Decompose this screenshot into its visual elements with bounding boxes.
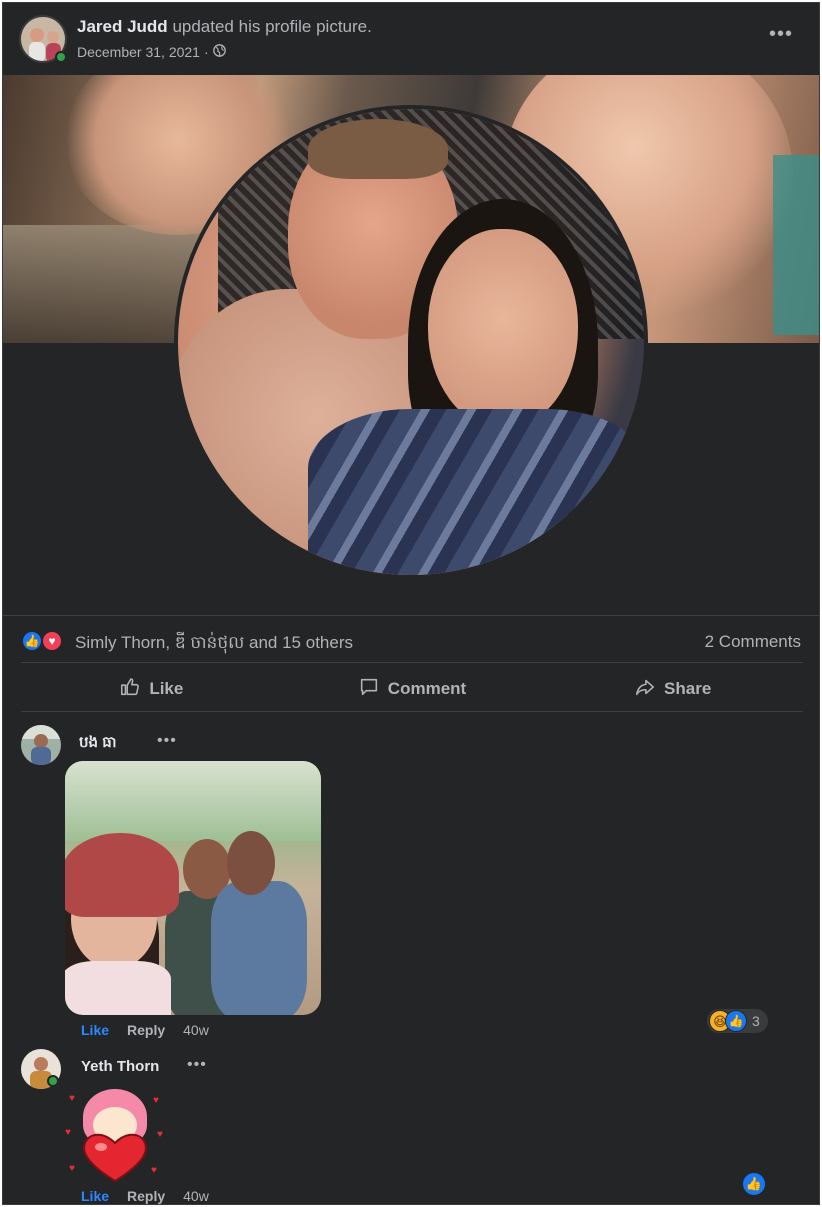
commenter-name[interactable]: Yeth Thorn (81, 1058, 159, 1075)
divider (21, 662, 803, 663)
post-headline: Jared Judd updated his profile picture. (77, 17, 372, 37)
post-action-text: updated his profile picture. (172, 17, 372, 36)
comment-options-button[interactable]: ••• (187, 1056, 207, 1074)
reactors-text[interactable]: Simly Thorn, ឌី ចាន់ថុល and 15 others (75, 632, 353, 657)
comment-options-button[interactable]: ••• (157, 732, 177, 750)
thumbs-up-icon (119, 676, 141, 703)
reaction-icons[interactable]: 👍 ♥ (21, 630, 67, 654)
post-meta: December 31, 2021 · (77, 44, 226, 60)
reactions-summary: 👍 ♥ Simly Thorn, ឌី ចាន់ថុល and 15 other… (21, 629, 801, 657)
online-status-dot (47, 1075, 59, 1087)
author-name[interactable]: Jared Judd (77, 17, 168, 36)
like-label: Like (149, 679, 184, 698)
heart-sticker[interactable]: ♥ ♥ ♥ ♥ ♥ ♥ (65, 1083, 165, 1183)
globe-icon[interactable] (212, 44, 226, 60)
online-status-dot (55, 51, 67, 63)
post-card: Jared Judd updated his profile picture. … (2, 2, 820, 1205)
comment-like-button[interactable]: Like (81, 1022, 109, 1038)
post-header: Jared Judd updated his profile picture. … (3, 3, 819, 75)
love-icon: ♥ (41, 630, 63, 652)
commenter-avatar[interactable] (21, 725, 61, 765)
comment-actions: Like Reply 40w (81, 1188, 209, 1204)
like-icon: 👍 (725, 1010, 747, 1032)
profile-photo-area[interactable] (3, 75, 819, 615)
like-icon[interactable]: 👍 (741, 1171, 767, 1197)
comment-actions: Like Reply 40w (81, 1022, 209, 1038)
comment-reactions[interactable]: 😆 👍 3 (707, 1009, 768, 1033)
comment-icon (358, 676, 380, 703)
comment-reply-button[interactable]: Reply (127, 1188, 165, 1204)
comment-label: Comment (387, 679, 467, 698)
comment-photo[interactable] (65, 761, 321, 1015)
like-button[interactable]: Like (21, 667, 282, 711)
comment-timestamp[interactable]: 40w (183, 1022, 209, 1038)
share-button[interactable]: Share (542, 667, 803, 711)
share-label: Share (664, 679, 712, 698)
share-icon (634, 676, 656, 703)
like-icon: 👍 (21, 630, 43, 652)
comment-reaction-count: 3 (752, 1013, 760, 1029)
comment-reply-button[interactable]: Reply (127, 1022, 165, 1038)
profile-picture[interactable] (174, 105, 648, 579)
comment-button[interactable]: Comment (282, 667, 543, 711)
divider (3, 615, 819, 616)
meta-separator: · (203, 44, 209, 60)
comment-like-button[interactable]: Like (81, 1188, 109, 1204)
comment-timestamp[interactable]: 40w (183, 1188, 209, 1204)
post-date[interactable]: December 31, 2021 (77, 44, 200, 60)
divider (21, 711, 803, 712)
post-actions: Like Comment Share (21, 667, 803, 711)
commenter-name[interactable]: បង ធា (79, 733, 117, 755)
comments-count[interactable]: 2 Comments (705, 632, 801, 652)
post-options-button[interactable]: ••• (769, 24, 793, 44)
